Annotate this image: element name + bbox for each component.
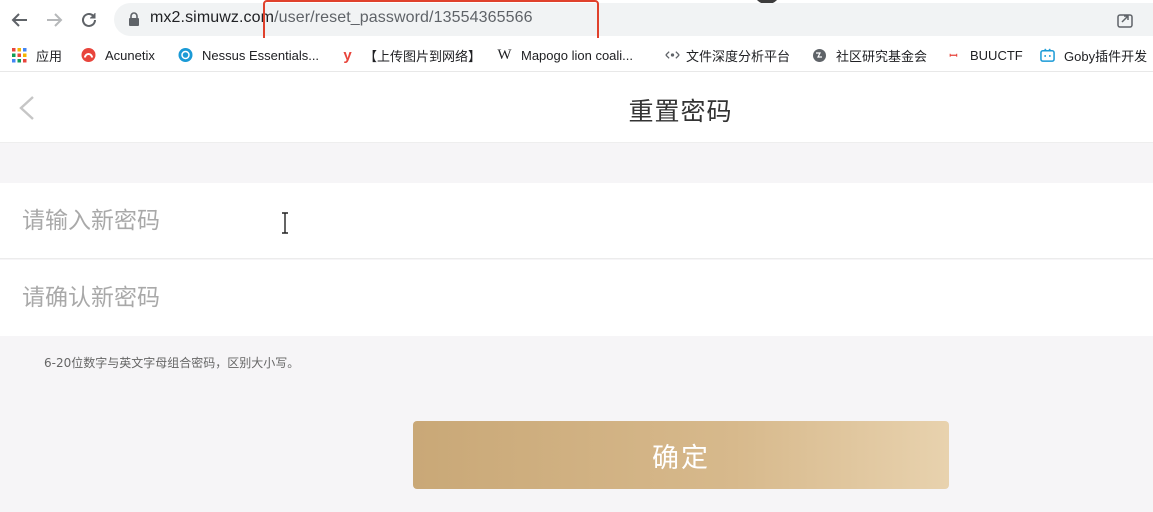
- url-host: mx2.simuwz.com: [150, 9, 275, 26]
- bookmark-label: Goby插件开发: [1064, 48, 1148, 64]
- globe-icon: [812, 48, 827, 63]
- page-title: 重置密码: [628, 97, 733, 126]
- bookmark-label: BUUCTF: [970, 47, 1023, 63]
- url-annotation-box: [263, 0, 599, 43]
- bookmark-goby[interactable]: Goby插件开发: [1040, 45, 1147, 65]
- share-icon[interactable]: [1116, 11, 1134, 29]
- wikipedia-icon: W: [497, 46, 512, 63]
- bookmark-label: Acunetix: [105, 47, 155, 63]
- bookmark-mapogo[interactable]: W Mapogo lion coali...: [497, 45, 633, 65]
- bookmark-acunetix[interactable]: Acunetix: [81, 45, 155, 65]
- nessus-icon: [178, 48, 193, 63]
- forward-arrow-icon[interactable]: [41, 7, 67, 33]
- confirm-password-input[interactable]: [22, 280, 1122, 316]
- buuctf-icon: ꟷ: [949, 51, 958, 62]
- confirm-password-row: [0, 260, 1153, 336]
- bookmark-label: Mapogo lion coali...: [521, 47, 634, 63]
- y-logo-icon: y: [343, 46, 352, 64]
- confirm-button[interactable]: 确定: [413, 421, 949, 489]
- bookmark-label: 社区研究基金会: [836, 48, 928, 64]
- bookmark-apps[interactable]: 应用: [12, 45, 62, 65]
- new-password-input[interactable]: [22, 203, 1122, 239]
- bookmark-buuctf[interactable]: ꟷ BUUCTF: [946, 45, 1023, 65]
- new-password-row: [0, 183, 1153, 259]
- analysis-icon: [665, 48, 680, 63]
- app-header: 重置密码: [0, 72, 1153, 143]
- bookmark-label: 应用: [36, 48, 63, 64]
- text-cursor-icon: [282, 212, 288, 234]
- password-hint: 6-20位数字与英文字母组合密码，区别大小写。: [44, 356, 300, 370]
- reload-icon[interactable]: [76, 7, 102, 33]
- acunetix-icon: [81, 48, 96, 63]
- bookmark-nessus[interactable]: Nessus Essentials...: [178, 45, 319, 65]
- bookmark-label: 文件深度分析平台: [686, 48, 791, 64]
- bookmark-file-analysis[interactable]: 文件深度分析平台: [665, 45, 790, 65]
- apps-grid-icon: [12, 47, 27, 63]
- lock-icon: [129, 12, 139, 26]
- bookmark-label: 【上传图片到网络】: [364, 48, 482, 64]
- bookmark-community[interactable]: 社区研究基金会: [812, 45, 927, 65]
- bilibili-icon: [1040, 48, 1055, 63]
- bookmark-upload-image[interactable]: y 【上传图片到网络】: [340, 45, 481, 65]
- back-arrow-icon[interactable]: [7, 7, 33, 33]
- browser-toolbar: mx2.simuwz.com/user/reset_password/13554…: [0, 0, 1153, 43]
- bookmark-label: Nessus Essentials...: [202, 47, 320, 63]
- bookmarks-bar: 应用 Acunetix Nessus Essentials... y 【上传图片…: [0, 38, 1153, 72]
